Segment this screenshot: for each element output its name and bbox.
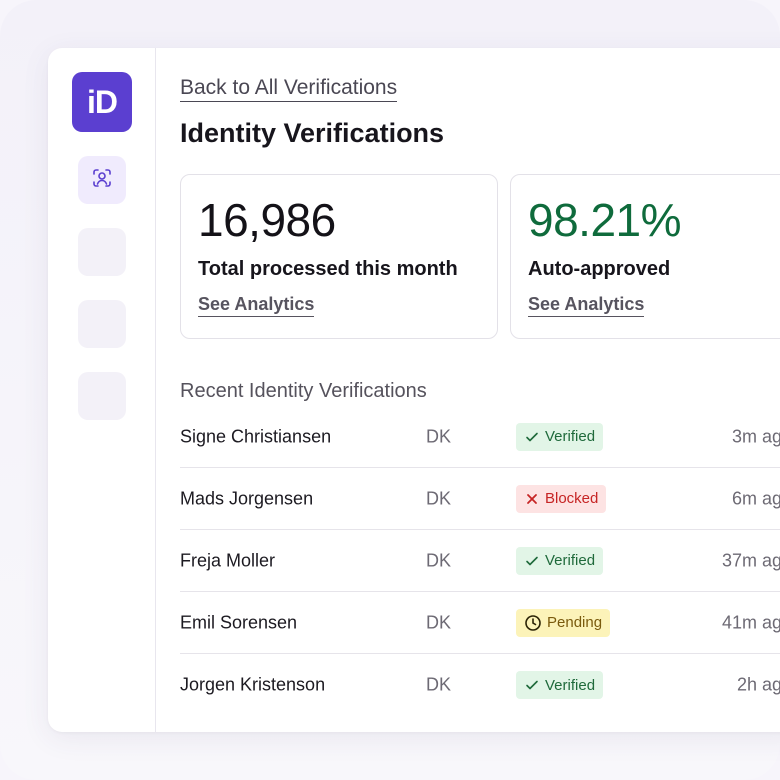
page-title: Identity Verifications bbox=[180, 118, 445, 148]
sidebar: iD bbox=[48, 48, 156, 732]
stat-label: Auto-approved bbox=[528, 258, 671, 280]
sidebar-item-4[interactable] bbox=[78, 372, 126, 420]
check-icon bbox=[524, 677, 540, 693]
applicant-name: Mads Jorgensen bbox=[180, 488, 314, 508]
country-code: DK bbox=[426, 612, 452, 632]
stat-label: Total processed this month bbox=[198, 258, 458, 280]
status-label: Blocked bbox=[545, 490, 599, 507]
applicant-name: Freja Moller bbox=[180, 550, 276, 570]
sidebar-item-2[interactable] bbox=[78, 228, 126, 276]
clock-icon bbox=[524, 614, 542, 632]
status-badge: Blocked bbox=[516, 484, 607, 513]
recent-verifications-title: Recent Identity Verifications bbox=[180, 380, 427, 402]
timestamp: 2h ago bbox=[736, 674, 780, 695]
app-window: iD Back to All Verifications Identity Ve… bbox=[48, 48, 780, 732]
stat-card-total: 16,986 Total processed this month See An… bbox=[180, 174, 498, 339]
see-analytics-link[interactable]: See Analytics bbox=[528, 294, 645, 317]
country-code: DK bbox=[426, 550, 452, 570]
x-icon bbox=[524, 491, 540, 507]
sidebar-item-3[interactable] bbox=[78, 300, 126, 348]
status-label: Verified bbox=[545, 676, 596, 694]
applicant-name: Emil Sorensen bbox=[180, 612, 298, 632]
sidebar-item-identity[interactable] bbox=[78, 156, 126, 204]
back-to-all-verifications-link[interactable]: Back to All Verifications bbox=[180, 76, 398, 102]
status-badge: Pending bbox=[516, 608, 611, 637]
status-label: Verified bbox=[545, 552, 596, 569]
status-label: Verified bbox=[545, 428, 596, 445]
see-analytics-link[interactable]: See Analytics bbox=[198, 294, 315, 317]
timestamp: 6m ago bbox=[731, 488, 780, 508]
table-row[interactable]: Jorgen Kristenson DK Verified 2h ago bbox=[180, 654, 780, 716]
table-row[interactable]: Freja Moller DK Verified 37m ago bbox=[180, 530, 780, 592]
applicant-name: Jorgen Kristenson bbox=[180, 674, 326, 695]
applicant-name: Signe Christiansen bbox=[180, 426, 332, 446]
country-code: DK bbox=[426, 426, 452, 446]
table-row[interactable]: Signe Christiansen DK Verified 3m ago bbox=[180, 406, 780, 468]
status-badge: Verified bbox=[516, 546, 604, 575]
timestamp: 41m ago bbox=[721, 612, 780, 632]
stat-card-auto-approved: 98.21% Auto-approved See Analytics bbox=[510, 174, 780, 339]
status-badge: Verified bbox=[516, 671, 604, 699]
stat-value: 98.21% bbox=[528, 194, 682, 246]
face-scan-icon bbox=[90, 166, 114, 195]
country-code: DK bbox=[426, 488, 452, 508]
status-label: Pending bbox=[547, 614, 603, 631]
check-icon bbox=[524, 553, 540, 569]
stat-value: 16,986 bbox=[198, 194, 336, 246]
timestamp: 3m ago bbox=[731, 426, 780, 446]
timestamp: 37m ago bbox=[721, 550, 780, 570]
country-code: DK bbox=[426, 674, 452, 695]
check-icon bbox=[524, 429, 540, 445]
table-row[interactable]: Emil Sorensen DK Pending 41m ago bbox=[180, 592, 780, 654]
main-content: Back to All Verifications Identity Verif… bbox=[180, 48, 780, 732]
status-badge: Verified bbox=[516, 422, 604, 451]
table-row[interactable]: Mads Jorgensen DK Blocked 6m ago bbox=[180, 468, 780, 530]
app-logo[interactable]: iD bbox=[72, 72, 132, 132]
